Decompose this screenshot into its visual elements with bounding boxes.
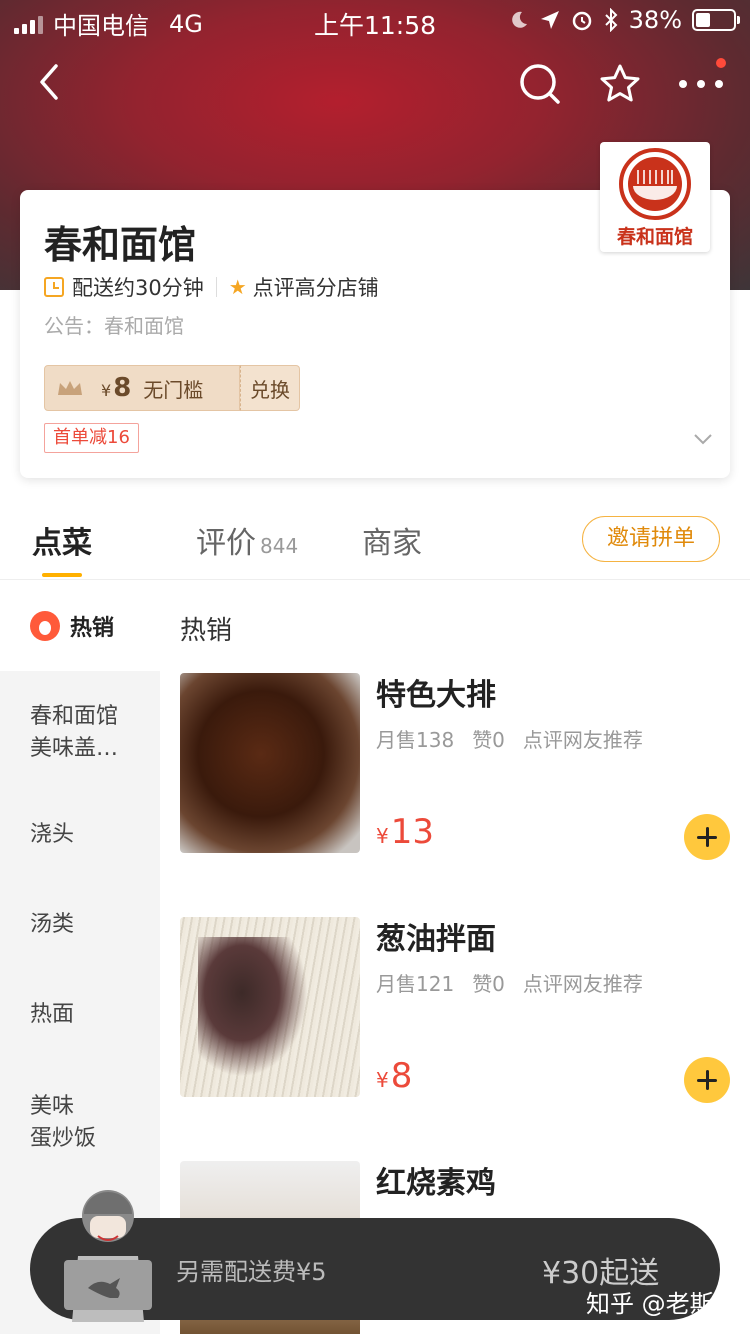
delivery-time: 配送约30分钟: [72, 276, 204, 300]
more-icon[interactable]: [676, 62, 726, 106]
clock-icon: [44, 277, 64, 297]
invite-group-order-button[interactable]: 邀请拼单: [582, 516, 720, 562]
chevron-down-icon[interactable]: [692, 428, 714, 450]
shop-badge: 点评高分店铺: [252, 276, 379, 300]
dish-price: ¥8: [376, 1056, 413, 1096]
section-title: 热销: [180, 616, 233, 646]
coupon-condition: 无门槛: [143, 377, 204, 402]
back-icon[interactable]: [30, 62, 70, 102]
sidebar-item-soups[interactable]: 汤类: [30, 909, 140, 941]
tab-merchant[interactable]: 商家: [362, 518, 422, 562]
review-count: 844: [260, 534, 299, 558]
sidebar-item-rice-bowl[interactable]: 春和面馆 美味盖…: [30, 701, 140, 765]
battery-percent: 38%: [628, 6, 682, 34]
active-tab-indicator: [42, 573, 82, 577]
sidebar-item-hot[interactable]: 热销: [0, 581, 160, 671]
shop-name: 春和面馆: [44, 223, 197, 267]
alarm-icon: [572, 11, 591, 31]
crown-icon: [58, 381, 82, 395]
notification-dot: [716, 58, 726, 68]
shop-notice: 公告：春和面馆: [44, 314, 184, 338]
battery-icon: [692, 9, 740, 31]
dish-name[interactable]: 葱油拌面: [376, 914, 496, 958]
watermark: 知乎 @老斯基: [586, 1290, 738, 1318]
add-to-cart-button[interactable]: [684, 1057, 730, 1103]
battery-level: [696, 13, 710, 27]
dish-meta: 月售138 赞0 点评网友推荐: [376, 728, 643, 752]
bluetooth-icon: [604, 8, 618, 32]
recommend-person-icon: ★: [228, 275, 247, 299]
first-order-discount-tag: 首单减16: [44, 423, 139, 453]
noodle-bowl-logo-icon: [619, 148, 691, 220]
status-bar: 中国电信 4G 上午11:58 38%: [0, 0, 750, 40]
shop-meta: 配送约30分钟 ★ 点评高分店铺: [44, 272, 379, 302]
sidebar-item-toppings[interactable]: 浇头: [30, 819, 140, 851]
dish-image[interactable]: [180, 917, 360, 1097]
dish-price: ¥13: [376, 812, 434, 852]
dish-name[interactable]: 特色大排: [376, 670, 496, 714]
coupon-body: ¥8 无门槛: [44, 365, 240, 411]
shop-logo: 春和面馆: [600, 142, 710, 252]
fire-icon: [30, 611, 60, 641]
tab-reviews[interactable]: 评价 844: [196, 518, 298, 562]
dish-image[interactable]: [180, 673, 360, 853]
location-arrow-icon: [540, 11, 559, 29]
favorite-star-icon[interactable]: [598, 62, 642, 106]
sidebar-item-hot-noodles[interactable]: 热面: [30, 999, 140, 1031]
add-to-cart-button[interactable]: [684, 814, 730, 860]
coupon-amount: ¥8: [101, 373, 132, 403]
dish-name[interactable]: 红烧素鸡: [376, 1158, 496, 1202]
tab-order[interactable]: 点菜: [32, 518, 92, 562]
sidebar-item-fried-rice[interactable]: 美味 蛋炒饭: [30, 1091, 140, 1155]
coupon[interactable]: ¥8 无门槛 兑换: [44, 365, 300, 411]
dish-meta: 月售121 赞0 点评网友推荐: [376, 972, 643, 996]
coupon-redeem-button[interactable]: 兑换: [240, 365, 300, 411]
logo-text: 春和面馆: [616, 226, 693, 248]
moon-icon: [511, 11, 527, 28]
delivery-fee-text: 另需配送费¥5: [176, 1258, 327, 1286]
scallion-topping: [198, 937, 308, 1077]
divider: [215, 277, 217, 297]
search-icon[interactable]: [518, 62, 562, 106]
sidebar-item-label: 热销: [70, 616, 115, 641]
courier-cart-icon[interactable]: [58, 1186, 158, 1334]
